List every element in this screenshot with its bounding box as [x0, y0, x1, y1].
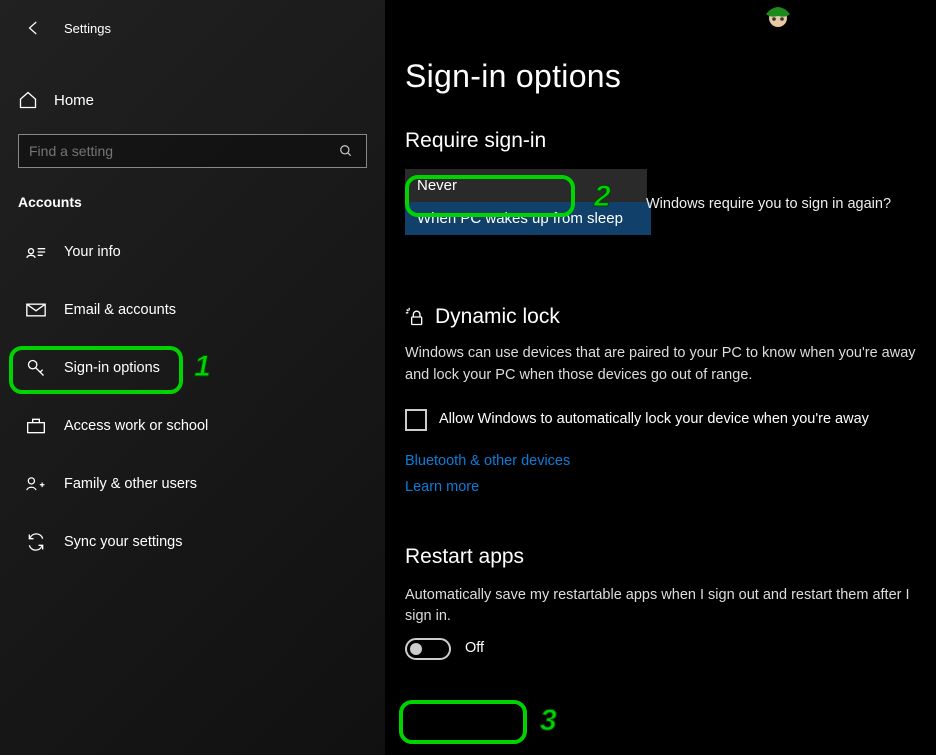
sidebar-item-label: Sync your settings	[64, 534, 182, 550]
restart-apps-description: Automatically save my restartable apps w…	[405, 585, 916, 629]
sidebar-item-access-work-school[interactable]: Access work or school	[18, 404, 367, 448]
key-icon	[26, 358, 46, 378]
page-title: Sign-in options	[405, 58, 916, 95]
person-card-icon	[26, 242, 46, 262]
sidebar-item-label: Sign-in options	[64, 360, 160, 376]
home-label: Home	[54, 92, 94, 109]
people-add-icon	[26, 474, 46, 494]
dynamic-lock-checkbox-label: Allow Windows to automatically lock your…	[439, 409, 869, 431]
dropdown-option-sleep[interactable]: When PC wakes up from sleep	[405, 202, 651, 235]
briefcase-icon	[26, 416, 46, 436]
sidebar-topbar: Settings	[18, 12, 367, 44]
learn-more-link[interactable]: Learn more	[405, 479, 916, 495]
home-icon	[18, 90, 38, 110]
dynamic-lock-checkbox-row[interactable]: Allow Windows to automatically lock your…	[405, 409, 916, 431]
dynamic-lock-checkbox[interactable]	[405, 409, 427, 431]
sync-icon	[26, 532, 46, 552]
sidebar-section-header: Accounts	[18, 194, 367, 210]
require-signin-dropdown[interactable]: Never When PC wakes up from sleep	[405, 169, 651, 235]
sidebar-item-your-info[interactable]: Your info	[18, 230, 367, 274]
restart-apps-toggle-label: Off	[465, 638, 484, 660]
dynamic-lock-description: Windows can use devices that are paired …	[405, 343, 916, 387]
main-content: Sign-in options Require sign-in Never Wh…	[385, 0, 936, 755]
annotation-number-1: 1	[194, 350, 211, 384]
mail-icon	[26, 300, 46, 320]
dropdown-list: When PC wakes up from sleep	[405, 202, 651, 235]
app-title: Settings	[64, 21, 111, 36]
bluetooth-link[interactable]: Bluetooth & other devices	[405, 453, 916, 469]
sidebar-item-label: Family & other users	[64, 476, 197, 492]
dynamic-lock-heading: Dynamic lock	[435, 305, 560, 329]
annotation-number-2: 2	[594, 180, 611, 214]
annotation-number-3: 3	[540, 704, 557, 738]
restart-apps-toggle[interactable]	[405, 638, 451, 660]
toggle-knob	[410, 643, 422, 655]
sidebar-item-sync-settings[interactable]: Sync your settings	[18, 520, 367, 564]
search-icon	[336, 141, 356, 161]
search-input[interactable]	[29, 143, 323, 159]
settings-sidebar: Settings Home Accounts Your info	[0, 0, 385, 755]
restart-apps-heading: Restart apps	[405, 545, 916, 569]
sidebar-item-family-users[interactable]: Family & other users	[18, 462, 367, 506]
sidebar-item-label: Your info	[64, 244, 121, 260]
avatar-image	[760, 4, 796, 40]
back-button[interactable]	[18, 12, 50, 44]
sidebar-item-email-accounts[interactable]: Email & accounts	[18, 288, 367, 332]
home-link[interactable]: Home	[18, 84, 367, 116]
sidebar-item-label: Access work or school	[64, 418, 208, 434]
require-signin-question: Windows require you to sign in again?	[646, 196, 891, 212]
dynamic-lock-icon	[405, 307, 425, 327]
sidebar-item-sign-in-options[interactable]: Sign-in options	[18, 346, 367, 390]
require-signin-heading: Require sign-in	[405, 129, 916, 153]
search-box[interactable]	[18, 134, 367, 168]
sidebar-item-label: Email & accounts	[64, 302, 176, 318]
